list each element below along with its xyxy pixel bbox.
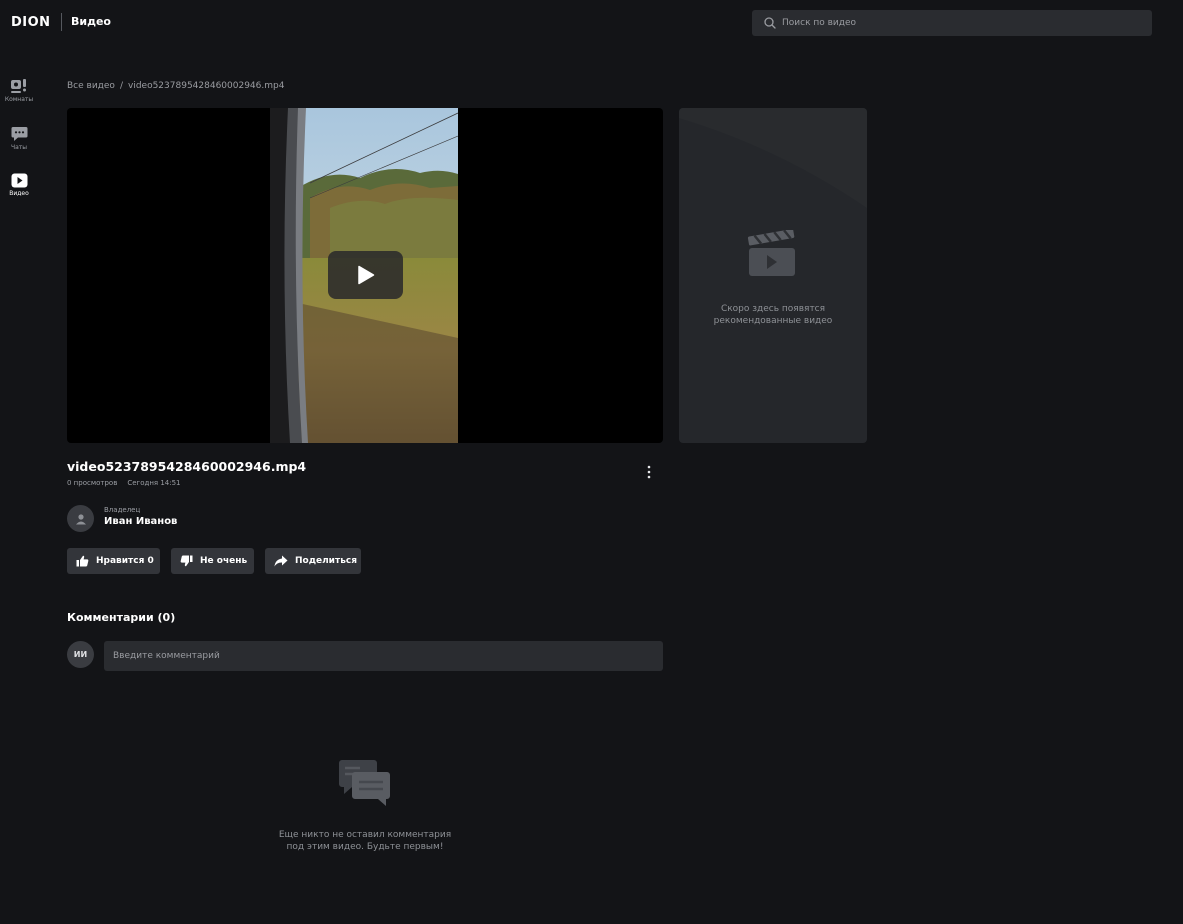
video-player[interactable]	[67, 108, 663, 443]
upload-date: Сегодня 14:51	[127, 479, 181, 487]
share-label: Поделиться	[295, 556, 358, 566]
like-button[interactable]: Нравится 0	[67, 548, 160, 574]
play-button[interactable]	[328, 251, 403, 299]
search-icon	[764, 17, 776, 29]
dion-logo[interactable]: DION	[11, 15, 51, 30]
panel-shine	[679, 108, 867, 208]
search-bar[interactable]	[752, 10, 1152, 36]
owner-label: Владелец	[104, 506, 141, 514]
nav-label-video: Видео	[9, 190, 29, 197]
breadcrumb-current: video5237895428460002946.mp4	[128, 81, 285, 91]
like-label: Нравится 0	[96, 556, 154, 566]
breadcrumb-all-videos[interactable]: Все видео	[67, 81, 115, 91]
play-icon	[357, 265, 374, 285]
rooms-icon	[11, 79, 26, 93]
nav-label-chats: Чаты	[10, 144, 28, 151]
breadcrumb-separator: /	[119, 81, 123, 91]
chat-icon	[11, 127, 27, 141]
dislike-label: Не очень	[200, 556, 248, 566]
logo-divider	[61, 13, 62, 31]
search-input[interactable]	[782, 18, 1122, 28]
nav-item-video[interactable]: Видео	[0, 173, 38, 209]
more-options-button[interactable]	[642, 464, 656, 480]
comments-title: Комментарии (0)	[67, 611, 176, 624]
comments-empty-text: Еще никто не оставил комментария под эти…	[278, 830, 452, 852]
nav-item-chats[interactable]: Чаты	[0, 126, 38, 162]
owner-avatar[interactable]	[67, 505, 94, 532]
header: DION Видео	[0, 0, 1183, 46]
comment-input[interactable]	[104, 641, 663, 671]
video-icon	[11, 173, 27, 188]
recommendations-panel: Скоро здесь появятся рекомендованные вид…	[679, 108, 867, 443]
section-title: Видео	[71, 15, 111, 28]
view-count: 0 просмотров	[67, 479, 118, 487]
nav-label-rooms: Комнаты	[4, 96, 34, 103]
share-button[interactable]: Поделиться	[265, 548, 361, 574]
video-meta: 0 просмотров Сегодня 14:51	[67, 479, 181, 487]
share-icon	[274, 555, 288, 567]
comments-empty-icon	[339, 760, 390, 806]
breadcrumb: Все видео / video5237895428460002946.mp4	[67, 81, 284, 91]
dislike-button[interactable]: Не очень	[171, 548, 254, 574]
recommendations-empty-text: Скоро здесь появятся рекомендованные вид…	[713, 304, 833, 326]
thumbs-down-icon	[180, 555, 193, 567]
owner-name[interactable]: Иван Иванов	[104, 516, 177, 527]
more-vertical-icon	[647, 465, 651, 479]
thumbs-up-icon	[76, 555, 89, 567]
video-title: video5237895428460002946.mp4	[67, 459, 307, 474]
nav-item-rooms[interactable]: Комнаты	[0, 78, 38, 114]
clapperboard-icon	[747, 230, 795, 276]
user-icon	[75, 513, 86, 524]
current-user-avatar: ИИ	[67, 641, 94, 668]
